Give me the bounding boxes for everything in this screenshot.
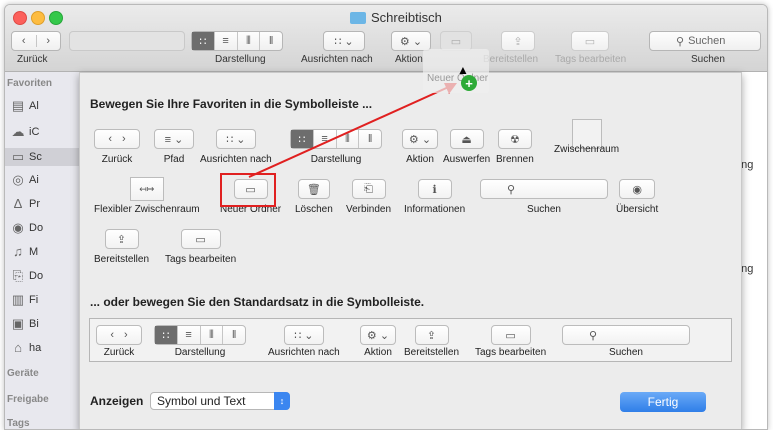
add-badge-icon: + bbox=[461, 75, 477, 91]
dragging-new-folder: Neuer Ordner bbox=[423, 49, 489, 93]
drag-arrow bbox=[248, 83, 457, 178]
finder-window: Schreibtisch ‹ › Zurück ∷ ≡ ⫴ ‖ Darstell… bbox=[4, 4, 768, 430]
